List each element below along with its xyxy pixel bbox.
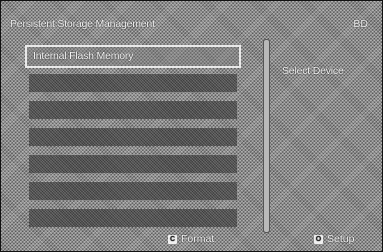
device-row-empty-2[interactable] xyxy=(29,101,237,119)
device-row-empty-6[interactable] xyxy=(29,209,237,227)
format-key-icon: C xyxy=(168,234,177,244)
list-scrollbar[interactable] xyxy=(263,39,270,233)
page-title: Persistent Storage Management xyxy=(10,18,155,30)
format-button-label: Format xyxy=(181,233,215,245)
device-row-empty-4[interactable] xyxy=(29,155,237,173)
setup-button-label: Setup xyxy=(327,233,355,245)
device-list: Internal Flash Memory xyxy=(25,45,241,236)
setup-button[interactable]: O Setup xyxy=(314,233,354,245)
storage-management-screen: Persistent Storage Management BD Interna… xyxy=(0,0,383,252)
device-row-internal-flash[interactable]: Internal Flash Memory xyxy=(25,45,241,68)
format-button[interactable]: C Format xyxy=(168,233,214,245)
device-row-empty-3[interactable] xyxy=(29,128,237,146)
device-row-empty-5[interactable] xyxy=(29,182,237,200)
select-device-label: Select Device xyxy=(282,65,344,77)
setup-key-icon: O xyxy=(314,234,323,244)
mode-indicator: BD xyxy=(353,18,368,30)
device-row-empty-1[interactable] xyxy=(29,74,237,92)
device-row-label: Internal Flash Memory xyxy=(33,50,134,62)
